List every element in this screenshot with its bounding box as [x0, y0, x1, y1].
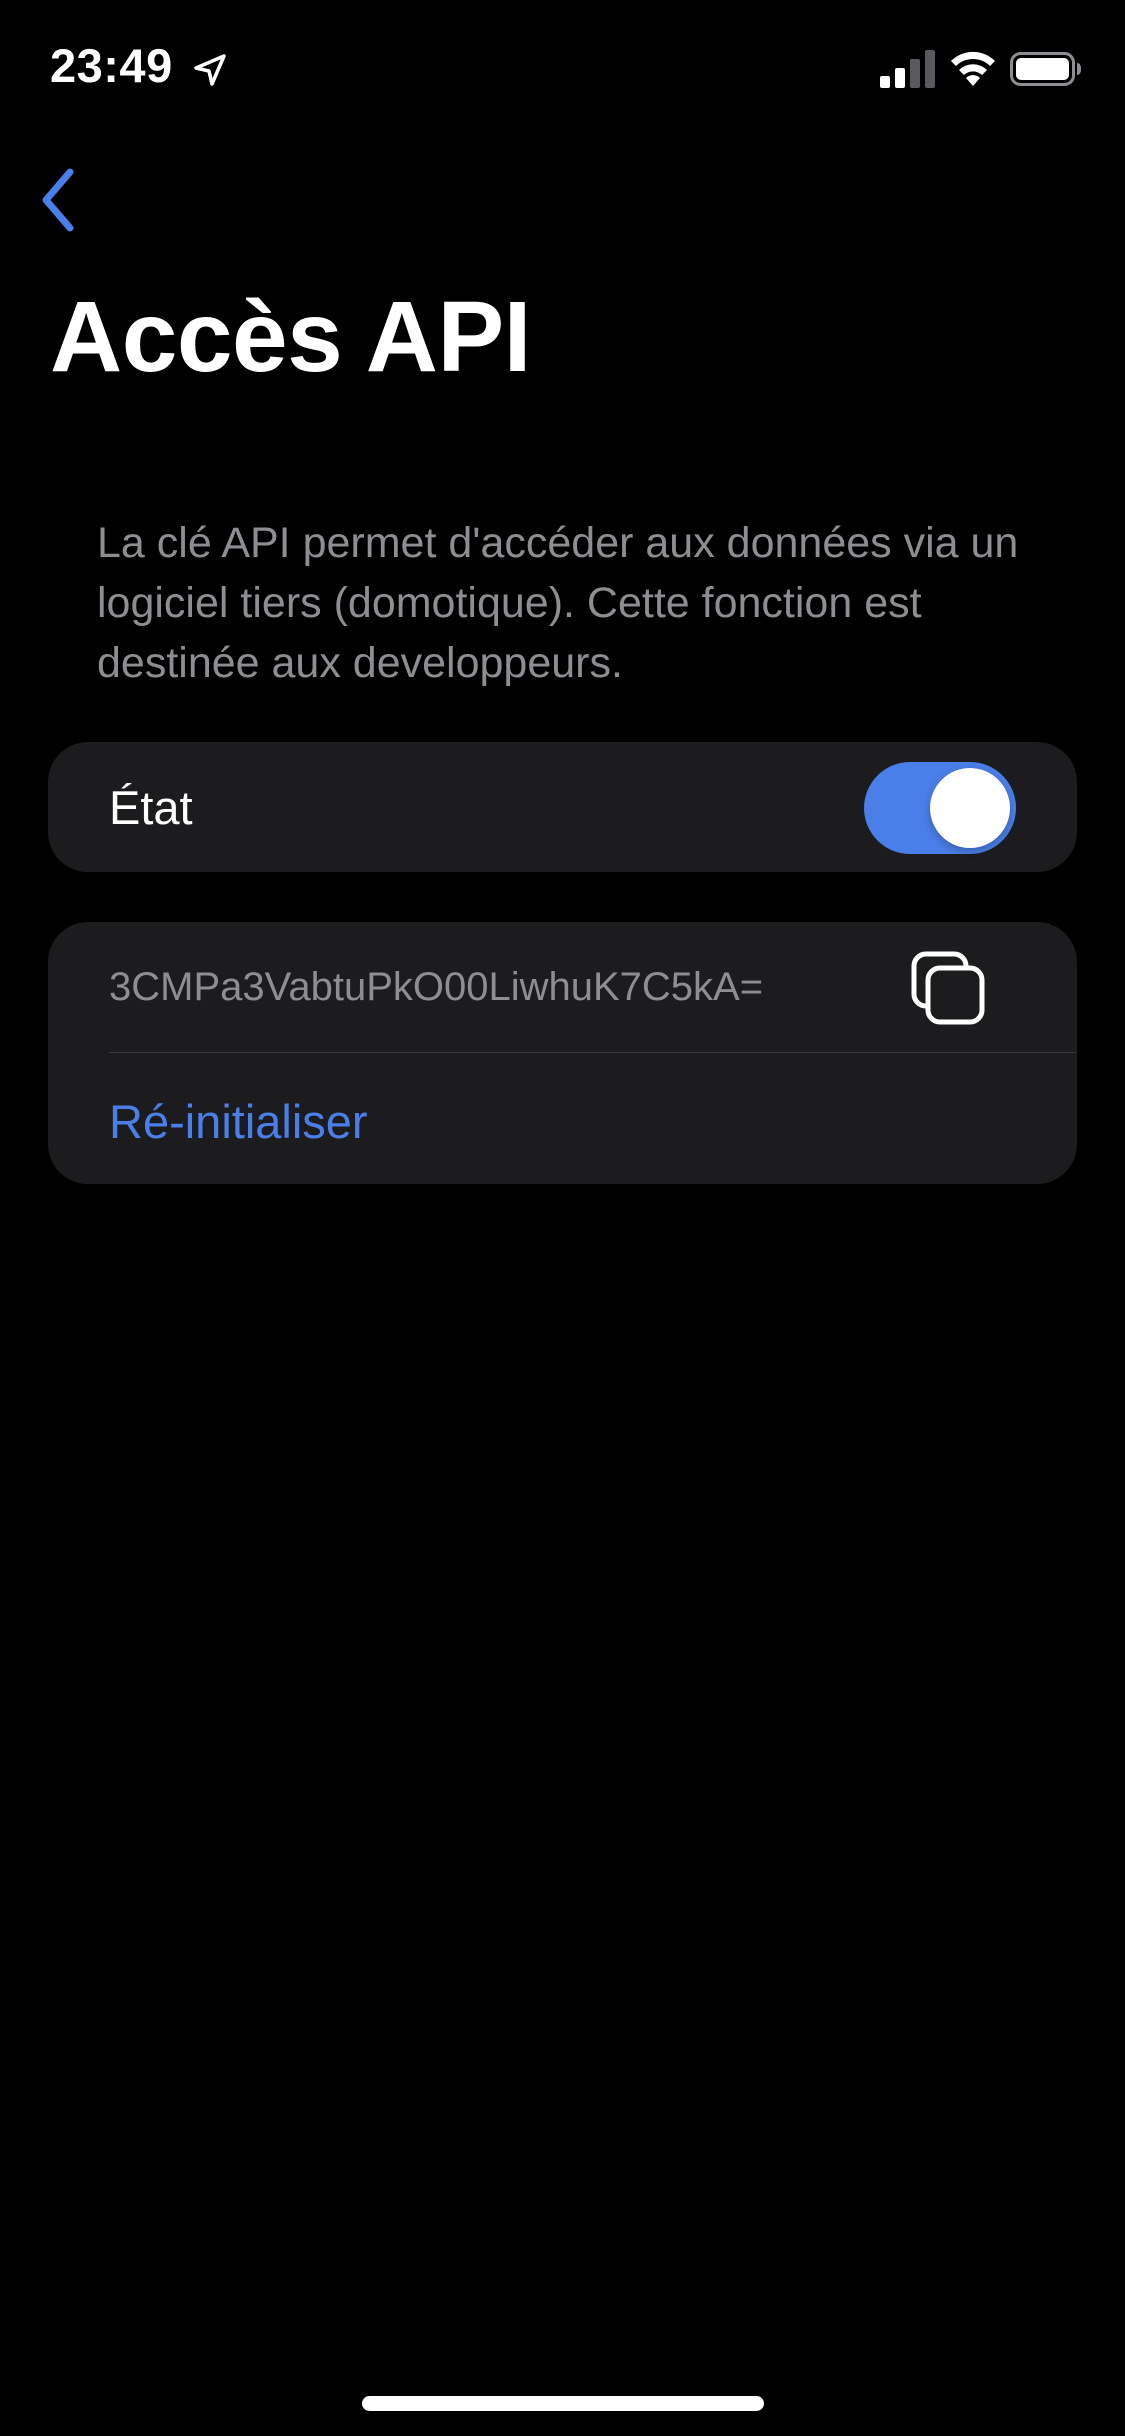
back-button[interactable]	[18, 160, 98, 240]
chevron-left-icon	[42, 168, 74, 232]
api-key-row: 3CMPa3VabtuPkO00LiwhuK7C5kA=	[48, 922, 1077, 1052]
api-key-card: 3CMPa3VabtuPkO00LiwhuK7C5kA= Ré-initiali…	[48, 922, 1077, 1184]
description-text: La clé API permet d'accéder aux données …	[97, 519, 1019, 687]
divider	[109, 1052, 1077, 1053]
location-arrow-icon	[194, 54, 226, 86]
status-bar: 23:49	[0, 0, 1125, 140]
copy-icon	[911, 951, 985, 1025]
wifi-icon	[951, 51, 995, 86]
api-key-value: 3CMPa3VabtuPkO00LiwhuK7C5kA=	[109, 965, 764, 1009]
cellular-signal-icon	[880, 50, 935, 88]
home-indicator[interactable]	[362, 2396, 764, 2411]
api-toggle[interactable]	[864, 762, 1016, 854]
battery-icon	[1010, 52, 1081, 86]
reset-button[interactable]: Ré-initialiser	[109, 1092, 368, 1152]
state-card: État	[48, 742, 1077, 872]
copy-button[interactable]	[906, 946, 990, 1030]
toggle-knob	[930, 768, 1010, 848]
page-title: Accès API	[50, 281, 531, 393]
status-time: 23:49	[50, 39, 173, 92]
state-label: État	[109, 781, 193, 834]
